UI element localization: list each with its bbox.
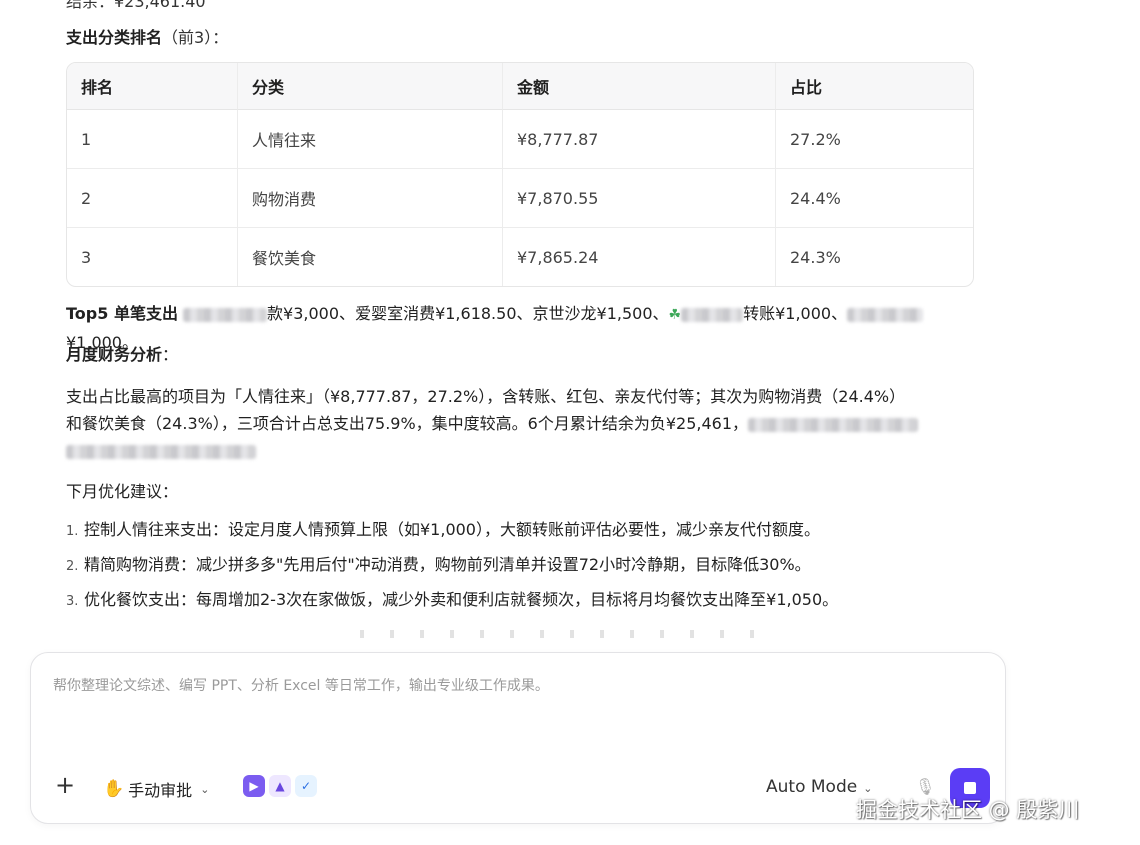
stop-icon: [964, 782, 976, 794]
prompt-input[interactable]: [51, 677, 955, 695]
add-attachment-button[interactable]: +: [55, 773, 75, 797]
doc-tool-icon[interactable]: ✓: [295, 775, 317, 797]
amount-cell: ¥7,865.24: [502, 228, 775, 286]
watermark: 掘金技术社区 @ 殷紫川: [856, 798, 1080, 822]
redacted-text: [847, 307, 924, 322]
top5-item-4: 转账¥1,000: [743, 304, 832, 323]
analysis-paragraph: 支出占比最高的项目为「人情往来」（¥8,777.87，27.2%），含转账、红包…: [66, 383, 966, 464]
table-header-row: 排名 分类 金额 占比: [67, 63, 973, 110]
suggestions-list: 1. 控制人情往来支出：设定月度人情预算上限（如¥1,000），大额转账前评估必要…: [66, 512, 838, 617]
list-text: 控制人情往来支出：设定月度人情预算上限（如¥1,000），大额转账前评估必要性，…: [84, 520, 820, 539]
ranking-subtitle: （前3）：: [162, 28, 229, 47]
table-row: 2 购物消费 ¥7,870.55 24.4%: [67, 169, 973, 228]
col-category-header: 分类: [237, 63, 502, 110]
cut-off-line: 结余：¥23,461.40: [66, 0, 206, 11]
list-item: 3. 优化餐饮支出：每周增加2-3次在家做饭，减少外卖和便利店就餐频次，目标将月均…: [66, 582, 838, 617]
top5-item-1: 款¥3,000: [267, 304, 340, 323]
clover-icon: ☘: [668, 307, 682, 323]
image-tool-icon[interactable]: ▲: [269, 775, 291, 797]
analysis-line-2: 和餐饮美食（24.3%），三项合计占总支出75.9%，集中度较高。6个月累计结余…: [66, 414, 749, 433]
list-number: 3.: [66, 594, 79, 609]
chevron-down-icon: ⌄: [200, 782, 210, 796]
rank-cell: 1: [67, 110, 237, 169]
list-text: 优化餐饮支出：每周增加2-3次在家做饭，减少外卖和便利店就餐频次，目标将月均餐饮…: [84, 590, 839, 609]
list-number: 2.: [66, 559, 79, 574]
ranking-table: 排名 分类 金额 占比 1 人情往来 ¥8,777.87 27.2% 2 购物消…: [66, 62, 974, 287]
analysis-title: 月度财务分析: [66, 345, 163, 364]
list-text: 精简购物消费：减少拼多多"先用后付"冲动消费，购物前列清单并设置72小时冷静期，…: [84, 555, 811, 574]
approval-mode-dropdown[interactable]: ✋ 手动审批 ⌄: [103, 777, 209, 801]
analysis-heading: 月度财务分析：: [66, 341, 966, 368]
redacted-text: [681, 307, 744, 322]
suggestions-title: 下月优化建议：: [66, 482, 179, 501]
share-cell: 27.2%: [775, 110, 973, 169]
category-cell: 人情往来: [237, 110, 502, 169]
share-cell: 24.3%: [775, 228, 973, 286]
plus-icon: +: [55, 771, 76, 799]
separator: 、: [831, 304, 848, 323]
amount-cell: ¥8,777.87: [502, 110, 775, 169]
analysis-colon: ：: [162, 345, 179, 364]
share-cell: 24.4%: [775, 169, 973, 228]
redacted-text: [748, 417, 919, 432]
separator: 、: [652, 304, 669, 323]
amount-cell: ¥7,870.55: [502, 169, 775, 228]
separator: 、: [339, 304, 356, 323]
separator: 、: [516, 304, 533, 323]
top5-item-2: 爱婴室消费¥1,618.50: [355, 304, 517, 323]
table-row: 1 人情往来 ¥8,777.87 27.2%: [67, 110, 973, 169]
category-cell: 购物消费: [237, 169, 502, 228]
ranking-heading: 支出分类排名（前3）：: [66, 24, 228, 48]
tool-icon-group: ▶ ▲ ✓: [243, 775, 317, 797]
analysis-line-1: 支出占比最高的项目为「人情往来」（¥8,777.87，27.2%），含转账、红包…: [66, 387, 906, 406]
table-row: 3 餐饮美食 ¥7,865.24 24.3%: [67, 228, 973, 286]
list-item: 1. 控制人情往来支出：设定月度人情预算上限（如¥1,000），大额转账前评估必要…: [66, 512, 838, 547]
col-amount-header: 金额: [502, 63, 775, 110]
redacted-text: [183, 307, 268, 322]
category-cell: 餐饮美食: [237, 228, 502, 286]
top5-label: Top5 单笔支出: [66, 304, 178, 323]
rank-cell: 3: [81, 247, 92, 267]
mode-label: Auto Mode: [766, 777, 858, 797]
video-tool-icon[interactable]: ▶: [243, 775, 265, 797]
approval-label: 手动审批: [128, 781, 193, 800]
list-number: 1.: [66, 524, 79, 539]
faded-overflow-text: [360, 630, 760, 638]
hand-icon: ✋: [103, 779, 125, 799]
col-rank-header: 排名: [67, 63, 237, 110]
list-item: 2. 精简购物消费：减少拼多多"先用后付"冲动消费，购物前列清单并设置72小时冷静…: [66, 547, 838, 582]
redacted-text: [66, 444, 256, 459]
top5-item-3: 京世沙龙¥1,500: [532, 304, 653, 323]
col-share-header: 占比: [775, 63, 973, 110]
ranking-title: 支出分类排名: [66, 28, 163, 47]
rank-cell: 2: [67, 169, 237, 228]
